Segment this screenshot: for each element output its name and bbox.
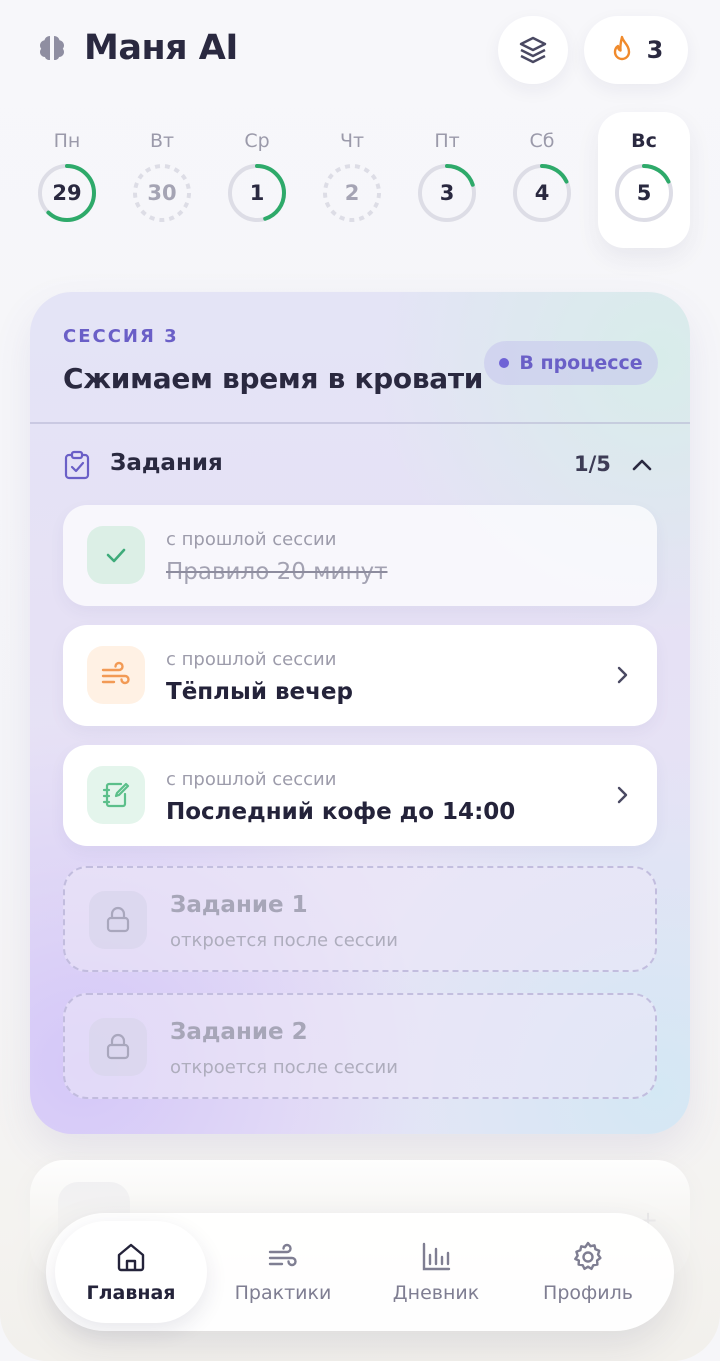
bottom-nav: Главная Практики Дневник Профиль <box>46 1213 674 1331</box>
day-number: 29 <box>52 181 82 205</box>
tasks-count: 1/5 <box>574 452 611 476</box>
week-strip: Пн 29 Вт 30 Ср 1 Чт 2 Пт 3 Сб 4 Вс 5 <box>20 112 700 252</box>
day-name: Пн <box>53 130 81 152</box>
brand: Маня AI <box>36 28 238 68</box>
day-sat[interactable]: Сб 4 <box>496 112 588 248</box>
nav-home[interactable]: Главная <box>55 1221 207 1323</box>
day-mon[interactable]: Пн 29 <box>21 112 113 248</box>
locked-task-subtitle: откроется после сессии <box>170 930 398 951</box>
day-progress-ring: 5 <box>613 162 675 224</box>
task-item[interactable]: с прошлой сессии Тёплый вечер <box>63 625 657 726</box>
day-thu[interactable]: Чт 2 <box>306 112 398 248</box>
day-name: Вт <box>149 130 175 152</box>
day-progress-ring: 1 <box>226 162 288 224</box>
session-card: СЕССИЯ 3 Сжимаем время в кровати В проце… <box>30 292 690 1134</box>
day-wed[interactable]: Ср 1 <box>211 112 303 248</box>
clipboard-check-icon <box>64 450 90 480</box>
task-title: Правило 20 минут <box>166 559 388 585</box>
day-name: Вс <box>631 130 657 152</box>
chevron-right-icon <box>617 786 628 804</box>
status-dot <box>499 358 510 368</box>
task-subtitle: с прошлой сессии <box>166 529 337 550</box>
locked-task-title: Задание 1 <box>170 892 308 918</box>
layers-button[interactable] <box>498 16 568 84</box>
day-number: 3 <box>439 181 455 205</box>
streak-count: 3 <box>646 36 664 64</box>
app-screen: Маня AI 3 Пн 29 Вт 30 Ср 1 Чт 2 Пт 3 Сб … <box>0 0 720 1361</box>
home-icon <box>117 1243 145 1272</box>
locked-task-title: Задание 2 <box>170 1019 308 1045</box>
tasks-title: Задания <box>110 450 223 476</box>
lock-icon-box <box>89 1018 147 1076</box>
notebook-pen-icon <box>102 782 130 808</box>
status-badge: В процессе <box>484 341 658 385</box>
day-number: 1 <box>249 181 265 205</box>
session-title: Сжимаем время в кровати <box>63 362 484 395</box>
lock-icon <box>106 906 130 933</box>
lock-icon <box>106 1033 130 1060</box>
task-icon-box <box>87 526 145 584</box>
app-title: Маня AI <box>84 28 238 68</box>
task-title: Тёплый вечер <box>166 679 353 705</box>
lock-icon-box <box>89 891 147 949</box>
task-item[interactable]: с прошлой сессии Последний кофе до 14:00 <box>63 745 657 846</box>
day-progress-ring: 2 <box>321 162 383 224</box>
day-number: 5 <box>636 181 652 205</box>
header: Маня AI 3 <box>0 0 720 110</box>
divider <box>30 422 690 424</box>
day-number: 4 <box>534 181 550 205</box>
task-icon-box <box>87 766 145 824</box>
bar-chart-icon <box>422 1242 451 1271</box>
day-progress-ring: 30 <box>131 162 193 224</box>
brain-icon <box>40 36 64 60</box>
flame-icon <box>613 35 630 61</box>
day-number: 30 <box>147 181 177 205</box>
day-number: 2 <box>344 181 360 205</box>
day-progress-ring: 3 <box>416 162 478 224</box>
day-tue[interactable]: Вт 30 <box>116 112 208 248</box>
locked-task-item: Задание 1 откроется после сессии <box>63 866 657 972</box>
nav-label: Дневник <box>392 1282 480 1304</box>
streak-button[interactable]: 3 <box>584 16 688 84</box>
day-progress-ring: 4 <box>511 162 573 224</box>
session-label: СЕССИЯ 3 <box>63 326 179 347</box>
nav-profile[interactable]: Профиль <box>512 1221 664 1323</box>
task-title: Последний кофе до 14:00 <box>166 799 516 825</box>
nav-label: Практики <box>234 1282 332 1304</box>
task-subtitle: с прошлой сессии <box>166 769 337 790</box>
day-progress-ring: 29 <box>36 162 98 224</box>
nav-label: Профиль <box>543 1282 633 1304</box>
day-name: Ср <box>244 130 270 152</box>
nav-diary[interactable]: Дневник <box>360 1221 512 1323</box>
nav-practices[interactable]: Практики <box>207 1221 359 1323</box>
task-icon-box <box>87 646 145 704</box>
day-fri[interactable]: Пт 3 <box>401 112 493 248</box>
wind-icon <box>101 661 130 685</box>
nav-label: Главная <box>86 1282 176 1304</box>
day-name: Пт <box>434 130 460 152</box>
status-text: В процессе <box>519 352 643 374</box>
day-name: Чт <box>339 130 365 152</box>
task-item[interactable]: с прошлой сессии Правило 20 минут <box>63 505 657 606</box>
locked-task-subtitle: откроется после сессии <box>170 1057 398 1078</box>
day-name: Сб <box>529 130 555 152</box>
check-icon <box>106 548 126 563</box>
tasks-header[interactable]: Задания 1/5 <box>63 448 659 484</box>
layers-icon <box>519 36 547 64</box>
chevron-up-icon[interactable] <box>629 452 655 478</box>
task-subtitle: с прошлой сессии <box>166 649 337 670</box>
gear-icon <box>574 1241 602 1271</box>
chevron-right-icon <box>617 666 628 684</box>
locked-task-item: Задание 2 откроется после сессии <box>63 993 657 1099</box>
day-sun[interactable]: Вс 5 <box>598 112 690 248</box>
wind-icon <box>268 1243 297 1267</box>
